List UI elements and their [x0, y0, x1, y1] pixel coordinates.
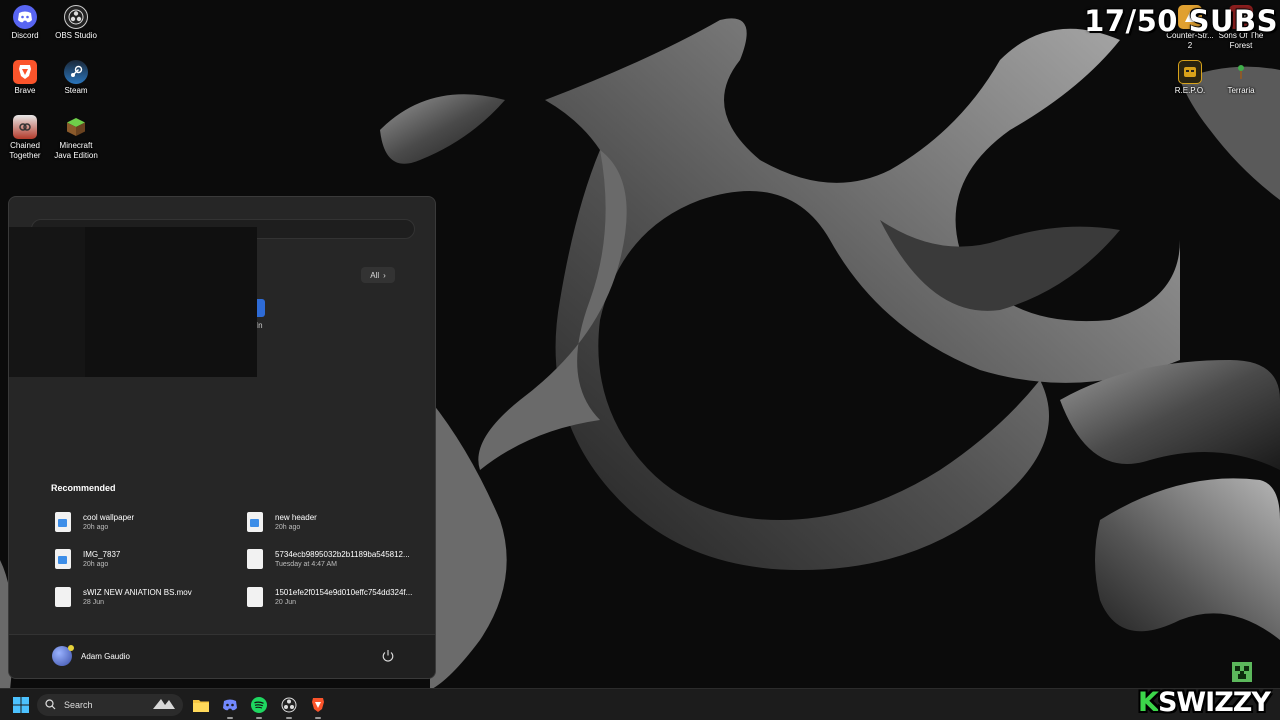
- chevron-right-icon: ›: [383, 270, 386, 280]
- taskbar: Search: [0, 688, 1280, 720]
- start-menu-footer: Adam Gaudio: [9, 634, 435, 678]
- recommended-item[interactable]: new header 20h ago: [243, 507, 433, 537]
- spotify-icon: [251, 697, 267, 713]
- taskbar-obs[interactable]: [278, 694, 300, 719]
- file-icon: [55, 587, 71, 607]
- obs-icon: [64, 5, 88, 29]
- brave-icon: [13, 60, 37, 84]
- user-name[interactable]: Adam Gaudio: [81, 652, 130, 661]
- recommended-item[interactable]: sWIZ NEW ANIATION BS.mov 28 Jun: [51, 582, 241, 612]
- redacted-region-inner: [85, 227, 257, 377]
- search-highlight-icon: [151, 697, 177, 713]
- recommended-item[interactable]: cool wallpaper 20h ago: [51, 507, 241, 537]
- steam-icon: [64, 60, 88, 84]
- avatar[interactable]: [52, 645, 74, 666]
- search-icon: [45, 698, 56, 712]
- file-explorer-icon: [193, 700, 209, 712]
- running-indicator: [227, 717, 233, 719]
- start-button[interactable]: [10, 694, 32, 716]
- recommended-title: Recommended: [51, 483, 116, 493]
- taskbar-search[interactable]: Search: [37, 694, 183, 716]
- recommended-item[interactable]: 5734ecb9895032b2b1189ba545812... Tuesday …: [243, 544, 433, 574]
- running-indicator: [315, 717, 321, 719]
- desktop-icon-discord[interactable]: Discord: [0, 5, 50, 41]
- image-file-icon: [55, 512, 71, 532]
- discord-icon: [223, 699, 237, 711]
- file-icon: [247, 587, 263, 607]
- desktop-icon-chained-together[interactable]: Chained Together: [0, 115, 50, 161]
- all-apps-button[interactable]: All ›: [361, 267, 395, 283]
- recommended-item[interactable]: IMG_7837 20h ago: [51, 544, 241, 574]
- power-icon[interactable]: [381, 649, 395, 663]
- file-icon: [247, 549, 263, 569]
- discord-icon: [13, 5, 37, 29]
- image-file-icon: [55, 549, 71, 569]
- running-indicator: [286, 717, 292, 719]
- start-menu: All › edIn Recommended cool wallpaper20h…: [8, 196, 436, 679]
- creeper-icon: [1232, 662, 1252, 682]
- desktop-icon-obs-studio[interactable]: OBS Studio: [51, 5, 101, 41]
- desktop-icon-brave[interactable]: Brave: [0, 60, 50, 96]
- repo-icon: [1178, 60, 1202, 84]
- subscriber-goal-overlay: 17/50 SUBS: [1084, 4, 1278, 38]
- desktop-icon-minecraft[interactable]: Minecraft Java Edition: [51, 115, 101, 161]
- recommended-item[interactable]: 1501efe2f0154e9d010effc754dd324f... 20 Ju…: [243, 582, 433, 612]
- redacted-region: [9, 227, 257, 377]
- obs-icon: [281, 697, 297, 713]
- taskbar-spotify[interactable]: [248, 694, 270, 719]
- brave-icon: [312, 698, 324, 712]
- running-indicator: [256, 717, 262, 719]
- terraria-icon: [1229, 60, 1253, 84]
- taskbar-discord[interactable]: [219, 694, 241, 719]
- minecraft-icon: [64, 115, 88, 139]
- desktop-icon-terraria[interactable]: Terraria: [1216, 60, 1266, 96]
- taskbar-file-explorer[interactable]: [190, 694, 212, 716]
- chained-together-icon: [13, 115, 37, 139]
- channel-logo: K SWIZZY: [1138, 686, 1271, 718]
- desktop-icon-repo[interactable]: R.E.P.O.: [1165, 60, 1215, 96]
- image-file-icon: [247, 512, 263, 532]
- taskbar-brave[interactable]: [307, 694, 329, 719]
- windows-icon: [13, 697, 29, 713]
- desktop-icon-steam[interactable]: Steam: [51, 60, 101, 96]
